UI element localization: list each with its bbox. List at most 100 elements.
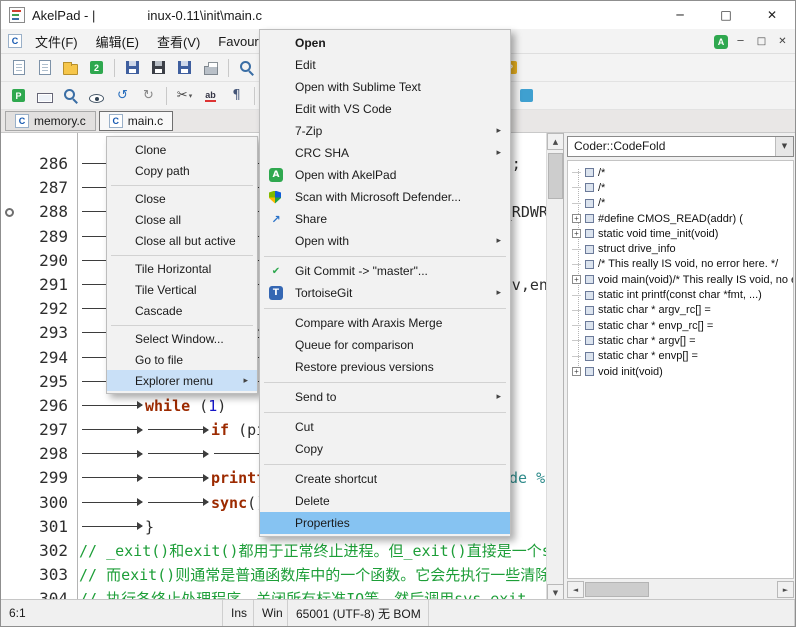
plugin-manager-button[interactable]: P: [6, 84, 31, 107]
menu-item-open[interactable]: Open: [260, 32, 510, 54]
menu-item-git-commit-master[interactable]: ✔Git Commit -> "master"...: [260, 260, 510, 282]
combo-dropdown-icon[interactable]: ▼: [775, 137, 793, 156]
menu-item-go-to-file[interactable]: Go to file: [107, 349, 257, 370]
code-token: // _exit()和exit()都用于正常终止进程。但_exit()直接是一个…: [79, 542, 546, 560]
child-close-button[interactable]: ✕: [774, 33, 791, 50]
status-insert-mode[interactable]: Ins: [223, 600, 254, 626]
tree-item[interactable]: /*: [568, 196, 793, 211]
window-controls: ─ □ ✕: [657, 1, 795, 29]
expand-plus-icon[interactable]: +: [572, 275, 581, 284]
tree-item[interactable]: +#define CMOS_READ(addr) (: [568, 211, 793, 226]
menu-item-create-shortcut[interactable]: Create shortcut: [260, 468, 510, 490]
save-all-button[interactable]: [146, 56, 171, 79]
document-system-icon[interactable]: C: [8, 34, 22, 48]
tab-main.c[interactable]: Cmain.c: [99, 111, 173, 131]
menu-item-close[interactable]: Close: [107, 188, 257, 209]
menu-item-compare-with-araxis-merge[interactable]: Compare with Araxis Merge: [260, 312, 510, 334]
menu-item-queue-for-comparison[interactable]: Queue for comparison: [260, 334, 510, 356]
menu-item-tile-horizontal[interactable]: Tile Horizontal: [107, 258, 257, 279]
menu-item-cut[interactable]: Cut: [260, 416, 510, 438]
tree-item[interactable]: static char * envp[] =: [568, 349, 793, 364]
menu-item-tile-vertical[interactable]: Tile Vertical: [107, 279, 257, 300]
scroll-up-icon[interactable]: ▲: [547, 133, 564, 150]
menubar-item-0[interactable]: 文件(F): [26, 29, 87, 54]
open-folder-button[interactable]: [58, 56, 83, 79]
menubar-item-1[interactable]: 编辑(E): [87, 29, 148, 54]
menu-item-close-all-but-active[interactable]: Close all but active: [107, 230, 257, 251]
codefold-horizontal-scrollbar[interactable]: ◄ ►: [567, 581, 794, 598]
plugin-badge-icon[interactable]: A: [714, 35, 728, 49]
menu-item-copy[interactable]: Copy: [260, 438, 510, 460]
menu-item-delete[interactable]: Delete: [260, 490, 510, 512]
tree-item[interactable]: +void init(void): [568, 364, 793, 379]
tree-item[interactable]: /*: [568, 180, 793, 195]
menu-item-7-zip[interactable]: 7-Zip▸: [260, 120, 510, 142]
minimize-button[interactable]: ─: [657, 1, 703, 29]
refresh-left-button[interactable]: ↺: [110, 84, 135, 107]
maximize-button[interactable]: □: [703, 1, 749, 29]
menu-item-edit[interactable]: Edit: [260, 54, 510, 76]
close-button[interactable]: ✕: [749, 1, 795, 29]
menu-item-tortoisegit[interactable]: TTortoiseGit▸: [260, 282, 510, 304]
editor-vertical-scrollbar[interactable]: ▲ ▼: [546, 133, 563, 601]
tree-item-label: struct drive_info: [598, 243, 676, 255]
tree-item[interactable]: static int printf(const char *fmt, ...): [568, 287, 793, 302]
menu-item-open-with-akelpad[interactable]: AOpen with AkelPad: [260, 164, 510, 186]
menu-item-properties[interactable]: Properties: [260, 512, 510, 534]
tree-item[interactable]: struct drive_info: [568, 241, 793, 256]
pilcrow-button[interactable]: ¶: [224, 84, 249, 107]
menu-item-share[interactable]: ↗Share: [260, 208, 510, 230]
menu-item-copy-path[interactable]: Copy path: [107, 160, 257, 181]
expand-plus-icon[interactable]: +: [572, 367, 581, 376]
reopen-file-button[interactable]: 2: [84, 56, 109, 79]
scroll-left-icon[interactable]: ◄: [567, 581, 584, 598]
tree-item[interactable]: +void main(void)/* This really IS void, …: [568, 272, 793, 287]
menu-item-open-with[interactable]: Open with▸: [260, 230, 510, 252]
expand-plus-icon[interactable]: +: [572, 229, 581, 238]
tree-item[interactable]: /*: [568, 165, 793, 180]
menu-item-send-to[interactable]: Send to▸: [260, 386, 510, 408]
status-encoding[interactable]: 65001 (UTF-8) 无 BOM: [288, 600, 429, 626]
spellcheck-abc-button[interactable]: ab: [198, 84, 223, 107]
child-minimize-button[interactable]: ─: [732, 33, 749, 50]
status-newline-format[interactable]: Win: [254, 600, 288, 626]
scroll-right-icon[interactable]: ►: [777, 581, 794, 598]
menu-item-edit-with-vs-code[interactable]: Edit with VS Code: [260, 98, 510, 120]
menu-item-explorer-menu[interactable]: Explorer menu▸: [107, 370, 257, 391]
menu-item-clone[interactable]: Clone: [107, 139, 257, 160]
menu-item-scan-with-microsoft-defender[interactable]: Scan with Microsoft Defender...: [260, 186, 510, 208]
tab-memory.c[interactable]: Cmemory.c: [5, 111, 96, 131]
menu-separator: [107, 321, 257, 328]
menu-item-select-window[interactable]: Select Window...: [107, 328, 257, 349]
highlight-search-button[interactable]: [58, 84, 83, 107]
code-preview-eye-button[interactable]: [84, 84, 109, 107]
child-restore-button[interactable]: □: [753, 33, 770, 50]
keyboard-button[interactable]: [32, 84, 57, 107]
vertical-scroll-thumb[interactable]: [548, 153, 563, 199]
menu-item-cascade[interactable]: Cascade: [107, 300, 257, 321]
expand-plus-icon[interactable]: +: [572, 214, 581, 223]
print-button[interactable]: [198, 56, 223, 79]
tree-item[interactable]: static char * argv_rc[] =: [568, 303, 793, 318]
new-file-button[interactable]: [6, 56, 31, 79]
find-button[interactable]: [234, 56, 259, 79]
horizontal-scroll-thumb[interactable]: [585, 582, 649, 597]
tree-item[interactable]: +static void time_init(void): [568, 226, 793, 241]
menubar-item-2[interactable]: 查看(V): [148, 29, 209, 54]
codefold-plugin-selector[interactable]: Coder::CodeFold ▼: [567, 136, 794, 157]
scissors-button[interactable]: ✂▾: [172, 84, 197, 107]
tree-item[interactable]: static char * envp_rc[] =: [568, 318, 793, 333]
tree-item[interactable]: static char * argv[] =: [568, 333, 793, 348]
mark-blue-button[interactable]: [514, 84, 539, 107]
save-button[interactable]: [120, 56, 145, 79]
c-file-icon: C: [15, 114, 29, 128]
refresh-right-button[interactable]: ↻: [136, 84, 161, 107]
open-file-button[interactable]: [32, 56, 57, 79]
save-copy-button[interactable]: [172, 56, 197, 79]
menu-item-label: CRC SHA: [295, 146, 349, 160]
menu-item-restore-previous-versions[interactable]: Restore previous versions: [260, 356, 510, 378]
menu-item-open-with-sublime-text[interactable]: Open with Sublime Text: [260, 76, 510, 98]
menu-item-crc-sha[interactable]: CRC SHA▸: [260, 142, 510, 164]
menu-item-close-all[interactable]: Close all: [107, 209, 257, 230]
tree-item[interactable]: /* This really IS void, no error here. *…: [568, 257, 793, 272]
